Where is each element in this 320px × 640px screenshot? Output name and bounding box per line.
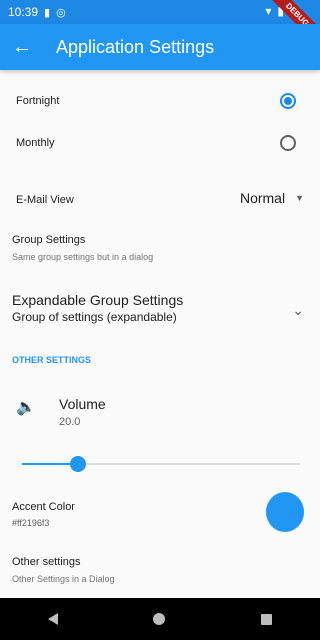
settings-list: Fortnight Monthly E-Mail View Normal ▼ G… bbox=[0, 70, 320, 598]
expandable-group-subtitle: Group of settings (expandable) bbox=[12, 310, 177, 324]
volume-title: Volume bbox=[59, 396, 106, 412]
nav-home-icon[interactable] bbox=[153, 613, 166, 625]
other-settings-title[interactable]: Other settings bbox=[12, 556, 80, 568]
email-view-setting: E-Mail View Normal ▼ bbox=[0, 182, 320, 216]
chevron-down-icon[interactable]: ⌄ bbox=[292, 302, 304, 319]
volume-slider[interactable] bbox=[22, 456, 300, 472]
radio-option-fortnight[interactable]: Fortnight bbox=[0, 80, 320, 122]
navigation-bar bbox=[0, 598, 320, 640]
arrow-back-icon[interactable]: ← bbox=[0, 36, 44, 59]
expandable-group-item[interactable]: Expandable Group Settings Group of setti… bbox=[12, 292, 183, 324]
sync-icon: ◎ bbox=[56, 6, 66, 19]
section-header-other-settings: OTHER SETTINGS bbox=[12, 355, 92, 365]
nav-back-icon[interactable] bbox=[47, 613, 58, 625]
dropdown-arrow-icon: ▼ bbox=[295, 193, 304, 203]
email-view-label: E-Mail View bbox=[16, 194, 74, 206]
page-title: Application Settings bbox=[56, 36, 215, 57]
radio-option-monthly[interactable]: Monthly bbox=[0, 122, 320, 164]
nav-recents-icon[interactable] bbox=[261, 613, 273, 625]
group-settings-title: Group Settings bbox=[12, 234, 86, 246]
status-time: 10:39 bbox=[8, 5, 39, 19]
wifi-icon: ▾ bbox=[265, 4, 272, 18]
group-settings-item[interactable]: Group Settings Same group settings but i… bbox=[12, 234, 153, 262]
dropdown-value: Normal bbox=[239, 190, 286, 206]
app-bar: ← Application Settings bbox=[0, 24, 320, 70]
group-settings-subtitle: Same group settings but in a dialog bbox=[12, 252, 154, 262]
sim-icon: ▮ bbox=[44, 6, 51, 19]
radio-label: Fortnight bbox=[16, 95, 60, 107]
email-view-dropdown[interactable]: Normal ▼ bbox=[240, 190, 304, 206]
status-bar: 10:39 ▮ ◎ ▾ ▮ DEBUG bbox=[0, 0, 320, 52]
slider-thumb[interactable] bbox=[69, 456, 86, 472]
volume-value: 20.0 bbox=[59, 416, 81, 428]
other-settings-subtitle: Other Settings in a Dialog bbox=[12, 574, 115, 584]
accent-color-value: #ff2196f3 bbox=[12, 518, 50, 528]
radio-button-unchecked[interactable] bbox=[280, 135, 296, 151]
expandable-group-title: Expandable Group Settings bbox=[12, 292, 184, 308]
radio-label: Monthly bbox=[16, 137, 55, 149]
volume-icon: 🔈 bbox=[16, 399, 36, 416]
accent-color-title: Accent Color bbox=[12, 501, 75, 513]
radio-button-checked[interactable] bbox=[280, 93, 296, 109]
accent-color-swatch[interactable] bbox=[266, 492, 304, 532]
